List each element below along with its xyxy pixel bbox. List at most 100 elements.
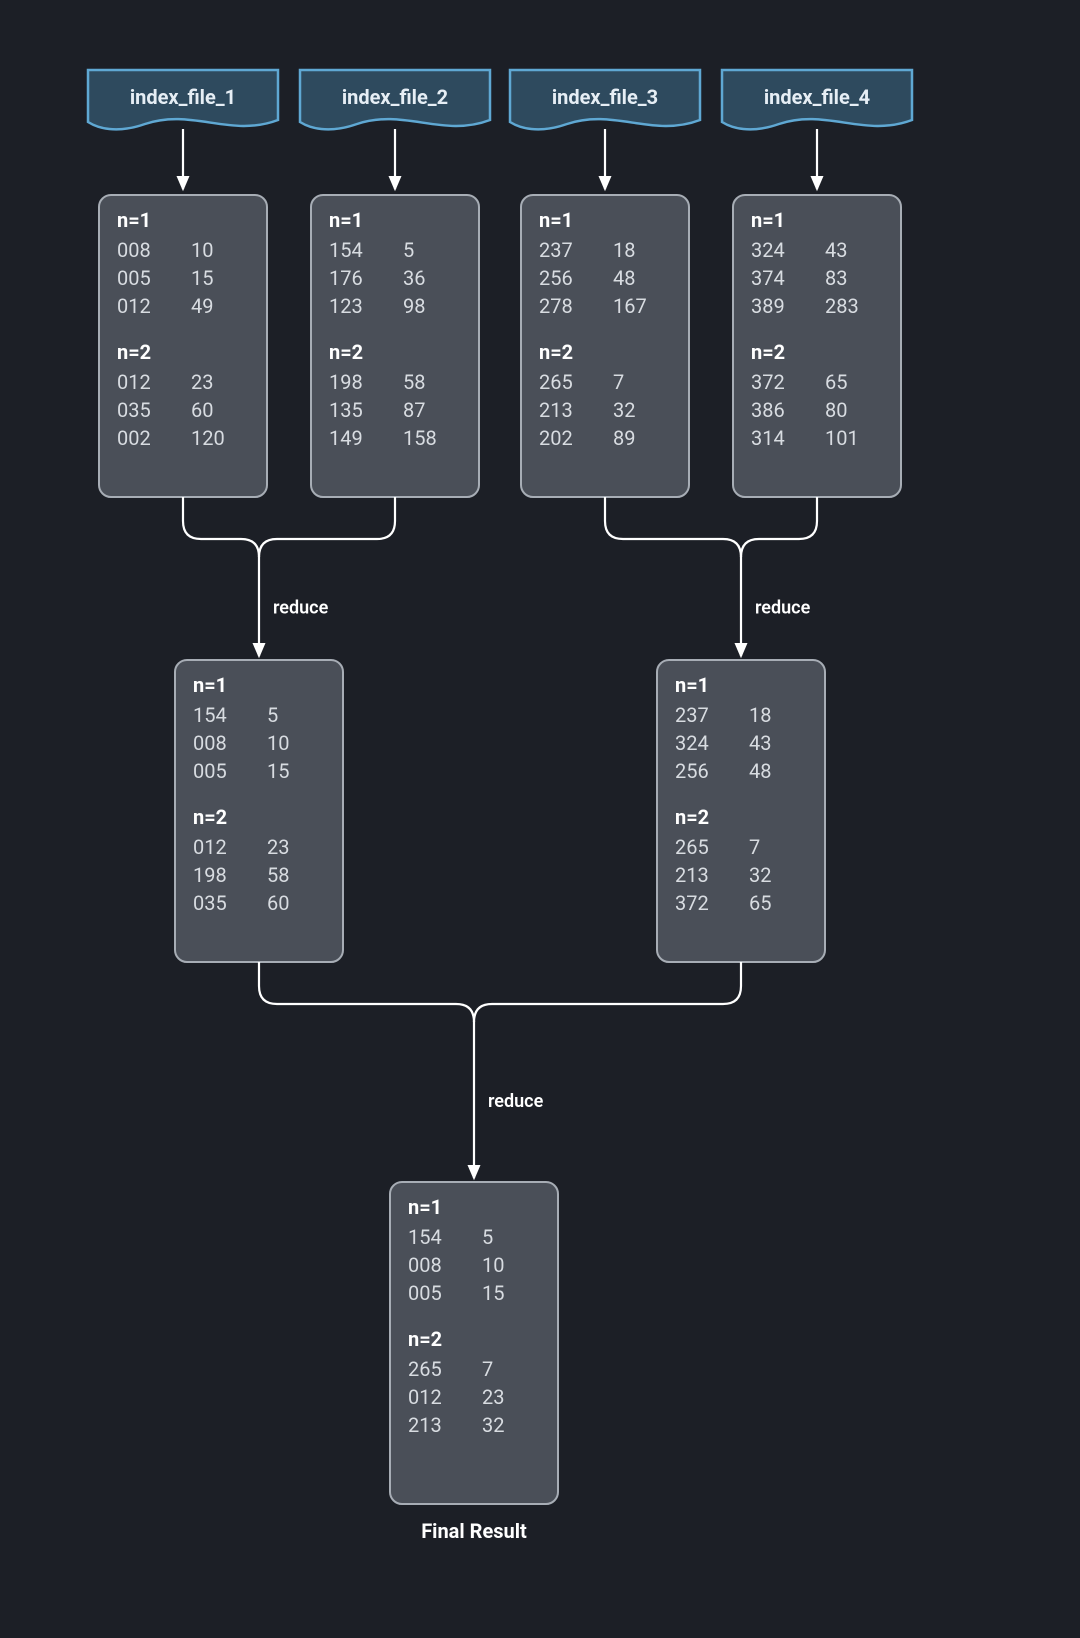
edge [723,539,759,557]
edge [759,497,817,539]
cell-key: 012 [117,294,151,318]
edge [259,962,456,1004]
svg-text:index_file_4: index_file_4 [764,85,870,109]
edge [183,497,241,539]
cell-key: 213 [539,398,573,422]
cell-val: 5 [482,1225,493,1249]
section-header: n=1 [408,1195,442,1219]
edge [241,539,277,557]
cell-key: 202 [539,426,573,450]
cell-val: 23 [482,1385,504,1409]
cell-key: 237 [675,703,709,727]
cell-key: 123 [329,294,363,318]
cell-key: 012 [117,370,151,394]
cell-val: 15 [482,1281,504,1305]
cell-key: 198 [193,863,227,887]
cell-key: 008 [193,731,227,755]
cell-key: 213 [675,863,709,887]
cell-val: 7 [613,370,624,394]
cell-key: 314 [751,426,785,450]
cell-val: 7 [482,1357,493,1381]
cell-key: 135 [329,398,363,422]
cell-val: 10 [267,731,289,755]
cell-val: 10 [482,1253,504,1277]
cell-val: 10 [191,238,213,262]
cell-val: 15 [267,759,289,783]
section-header: n=2 [408,1327,442,1351]
section-header: n=1 [539,208,573,232]
cell-val: 5 [267,703,278,727]
cell-key: 265 [408,1357,442,1381]
cell-val: 65 [749,891,771,915]
cell-key: 372 [751,370,785,394]
cell-val: 167 [613,294,647,318]
cell-val: 80 [825,398,847,422]
edge [456,1004,492,1022]
cell-val: 36 [403,266,425,290]
cell-val: 48 [749,759,771,783]
section-header: n=1 [117,208,151,232]
cell-val: 98 [403,294,425,318]
cell-key: 154 [193,703,227,727]
cell-val: 58 [267,863,289,887]
cell-val: 7 [749,835,760,859]
cell-val: 83 [825,266,847,290]
section-header: n=1 [675,673,709,697]
section-header: n=1 [193,673,227,697]
section-header: n=2 [675,805,709,829]
cell-key: 389 [751,294,785,318]
cell-val: 101 [825,426,859,450]
cell-val: 60 [267,891,289,915]
edge-label-reduce-right: reduce [755,598,811,619]
cell-key: 324 [675,731,709,755]
edge-label-reduce-final: reduce [488,1091,544,1112]
section-header: n=2 [117,340,151,364]
cell-val: 18 [749,703,771,727]
cell-val: 32 [613,398,635,422]
cell-val: 18 [613,238,635,262]
cell-key: 008 [408,1253,442,1277]
cell-key: 012 [193,835,227,859]
cell-val: 87 [403,398,425,422]
cell-key: 324 [751,238,785,262]
section-header: n=2 [193,805,227,829]
cell-key: 005 [408,1281,442,1305]
cell-key: 005 [193,759,227,783]
section-header: n=2 [751,340,785,364]
cell-key: 374 [751,266,785,290]
edge [605,497,723,539]
cell-key: 237 [539,238,573,262]
cell-val: 58 [403,370,425,394]
cell-val: 60 [191,398,213,422]
svg-text:index_file_1: index_file_1 [130,85,236,109]
cell-key: 149 [329,426,363,450]
cell-key: 002 [117,426,151,450]
cell-key: 035 [193,891,227,915]
edge [492,962,741,1004]
cell-val: 158 [403,426,437,450]
cell-val: 89 [613,426,635,450]
cell-key: 008 [117,238,151,262]
cell-key: 035 [117,398,151,422]
cell-val: 23 [191,370,213,394]
cell-key: 176 [329,266,363,290]
cell-val: 48 [613,266,635,290]
svg-text:index_file_2: index_file_2 [342,85,448,109]
cell-key: 213 [408,1413,442,1437]
cell-key: 154 [329,238,363,262]
cell-key: 265 [675,835,709,859]
cell-key: 154 [408,1225,442,1249]
cell-key: 005 [117,266,151,290]
cell-key: 265 [539,370,573,394]
cell-key: 386 [751,398,785,422]
final-result-label: Final Result [421,1519,527,1543]
cell-val: 23 [267,835,289,859]
cell-val: 65 [825,370,847,394]
cell-val: 15 [191,266,213,290]
cell-key: 198 [329,370,363,394]
cell-key: 278 [539,294,573,318]
cell-val: 32 [482,1413,504,1437]
cell-val: 120 [191,426,225,450]
section-header: n=2 [329,340,363,364]
cell-val: 49 [191,294,213,318]
